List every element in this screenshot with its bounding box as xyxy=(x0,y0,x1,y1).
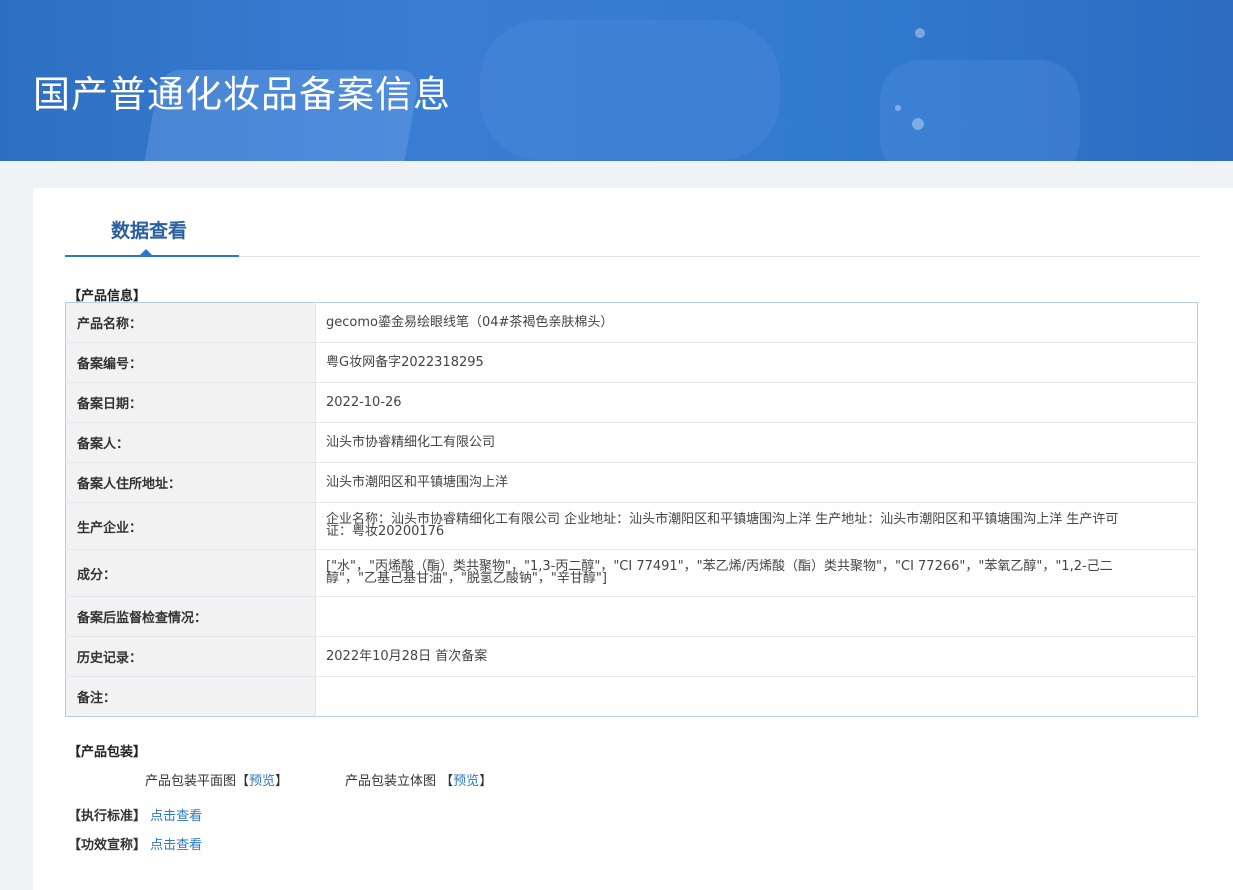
info-row-value xyxy=(315,596,1198,637)
info-row-key: 产品名称： xyxy=(65,302,316,343)
header-banner: 国产普通化妆品备案信息 xyxy=(0,0,1233,161)
info-row-key: 备案人住所地址： xyxy=(65,462,316,503)
content-card: 数据查看 【产品信息】 产品名称： gecomo鎏金易绘眼线笔（04#茶褐色亲肤棉… xyxy=(33,188,1233,890)
info-row-key: 备案后监督检查情况： xyxy=(65,596,316,637)
info-row-key: 备案日期： xyxy=(65,382,316,423)
info-row: 备注： xyxy=(65,676,1198,717)
packaging-flat-row: 产品包装平面图【预览】 xyxy=(145,770,288,789)
info-row: 备案人： 汕头市协睿精细化工有限公司 xyxy=(65,422,1198,463)
info-row-value: 汕头市潮阳区和平镇塘围沟上洋 xyxy=(315,462,1198,503)
packaging-solid-row: 产品包装立体图 【预览】 xyxy=(345,770,492,789)
section-standard-label: 【执行标准】 xyxy=(68,809,147,824)
banner-decoration xyxy=(880,60,1080,161)
banner-dot xyxy=(915,28,925,38)
standard-view-link[interactable]: 点击查看 xyxy=(150,809,202,824)
packaging-solid-preview-link[interactable]: 预览 xyxy=(453,774,479,789)
info-row: 产品名称： gecomo鎏金易绘眼线笔（04#茶褐色亲肤棉头） xyxy=(65,302,1198,343)
packaging-flat-preview-link[interactable]: 预览 xyxy=(249,774,275,789)
bracket-close: 】 xyxy=(275,774,289,789)
standard-row: 【执行标准】 点击查看 xyxy=(68,805,202,824)
banner-decoration xyxy=(480,20,780,160)
info-row-value: 2022年10月28日 首次备案 xyxy=(315,636,1198,677)
tab-indicator-arrow xyxy=(140,249,152,255)
info-row-value: 粤G妆网备字2022318295 xyxy=(315,342,1198,383)
packaging-flat-label: 产品包装平面图 xyxy=(145,774,237,789)
info-row-key: 生产企业： xyxy=(65,502,316,550)
info-row-key: 备案编号： xyxy=(65,342,316,383)
info-row-value: 2022-10-26 xyxy=(315,382,1198,423)
bracket-close: 】 xyxy=(479,774,493,789)
info-row-key: 备注： xyxy=(65,676,316,717)
packaging-solid-label: 产品包装立体图 xyxy=(345,774,437,789)
page-title: 国产普通化妆品备案信息 xyxy=(33,73,451,116)
bracket-open: 【 xyxy=(236,774,250,789)
info-row-value: 汕头市协睿精细化工有限公司 xyxy=(315,422,1198,463)
info-row-value: gecomo鎏金易绘眼线笔（04#茶褐色亲肤棉头） xyxy=(315,302,1198,343)
info-row-key: 历史记录： xyxy=(65,636,316,677)
section-packaging-label: 【产品包装】 xyxy=(68,745,147,760)
info-row-value: 企业名称：汕头市协睿精细化工有限公司 企业地址：汕头市潮阳区和平镇塘围沟上洋 生… xyxy=(315,502,1198,550)
info-row: 生产企业： 企业名称：汕头市协睿精细化工有限公司 企业地址：汕头市潮阳区和平镇塘围… xyxy=(65,502,1198,550)
efficacy-view-link[interactable]: 点击查看 xyxy=(150,838,202,853)
tab-data-view[interactable]: 数据查看 xyxy=(111,216,187,243)
tab-active-indicator xyxy=(65,255,239,257)
section-efficacy-label: 【功效宣称】 xyxy=(68,838,147,853)
info-row: 备案后监督检查情况： xyxy=(65,596,1198,637)
efficacy-row: 【功效宣称】 点击查看 xyxy=(68,834,202,853)
info-row: 备案日期： 2022-10-26 xyxy=(65,382,1198,423)
bracket-open: 【 xyxy=(440,774,454,789)
info-row: 备案编号： 粤G妆网备字2022318295 xyxy=(65,342,1198,383)
info-row-key: 备案人： xyxy=(65,422,316,463)
info-row: 备案人住所地址： 汕头市潮阳区和平镇塘围沟上洋 xyxy=(65,462,1198,503)
info-row: 历史记录： 2022年10月28日 首次备案 xyxy=(65,636,1198,677)
info-row-key: 成分： xyxy=(65,549,316,597)
info-row: 成分： ["水"，"丙烯酸（酯）类共聚物"，"1,3-丙二醇"，"CI 77491… xyxy=(65,549,1198,597)
info-row-value xyxy=(316,677,1198,717)
banner-dot xyxy=(895,105,901,111)
banner-dot xyxy=(912,118,924,130)
product-info-table: 产品名称： gecomo鎏金易绘眼线笔（04#茶褐色亲肤棉头） 备案编号： 粤G妆网备… xyxy=(65,302,1198,717)
info-row-value: ["水"，"丙烯酸（酯）类共聚物"，"1,3-丙二醇"，"CI 77491"，"… xyxy=(315,549,1198,597)
